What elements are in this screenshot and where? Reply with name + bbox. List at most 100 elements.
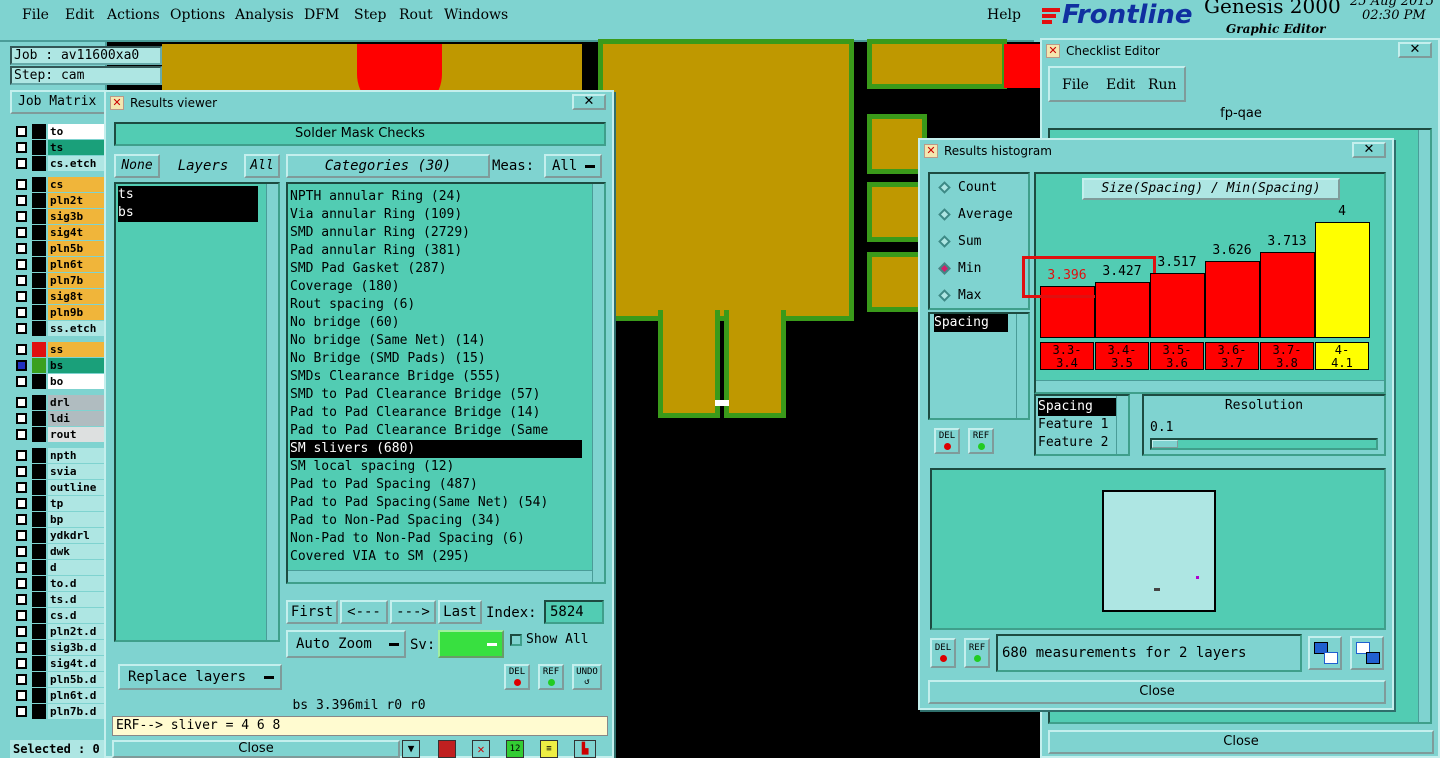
replace-layers-select[interactable]: Replace layers xyxy=(118,664,282,690)
layer-row[interactable]: pln6t.d xyxy=(14,688,106,703)
layer-checkbox[interactable] xyxy=(16,706,27,717)
layer-row[interactable]: sig4t.d xyxy=(14,656,106,671)
list-item[interactable]: bs xyxy=(118,204,258,222)
layer-checkbox[interactable] xyxy=(16,126,27,137)
vertical-scrollbar[interactable] xyxy=(1418,130,1430,722)
category-item[interactable]: NPTH annular Ring (24) xyxy=(290,188,462,206)
layer-checkbox[interactable] xyxy=(16,546,27,557)
radio-min[interactable]: Min xyxy=(936,259,1026,279)
histogram-bar[interactable] xyxy=(1150,273,1205,338)
category-item[interactable]: Pad to Pad Clearance Bridge (14) xyxy=(290,404,540,422)
horizontal-scrollbar[interactable] xyxy=(1036,380,1384,392)
category-item[interactable]: No bridge (Same Net) (14) xyxy=(290,332,486,350)
ref-button[interactable]: REF xyxy=(964,638,990,668)
radio-sum[interactable]: Sum xyxy=(936,232,1026,252)
layer-row[interactable]: d xyxy=(14,560,106,575)
layer-checkbox[interactable] xyxy=(16,658,27,669)
meas-select[interactable]: All xyxy=(544,154,602,178)
layer-checkbox[interactable] xyxy=(16,195,27,206)
first-button[interactable]: First xyxy=(286,600,338,624)
layer-checkbox[interactable] xyxy=(16,259,27,270)
list-item[interactable]: Spacing xyxy=(1038,398,1118,416)
menu-windows[interactable]: Windows xyxy=(444,7,508,23)
category-item[interactable]: No Bridge (SMD Pads) (15) xyxy=(290,350,486,368)
category-item[interactable]: SM slivers (680) xyxy=(290,440,582,458)
layer-checkbox[interactable] xyxy=(16,179,27,190)
categories-button[interactable]: Categories (30) xyxy=(286,154,490,178)
show-all-checkbox[interactable] xyxy=(510,634,522,646)
layer-checkbox[interactable] xyxy=(16,626,27,637)
category-item[interactable]: SMD Pad Gasket (287) xyxy=(290,260,447,278)
layer-checkbox[interactable] xyxy=(16,610,27,621)
layer-row[interactable]: rout xyxy=(14,427,106,442)
checklist-menu-edit[interactable]: Edit xyxy=(1106,77,1135,93)
category-item[interactable]: Pad to Pad Spacing(Same Net) (54) xyxy=(290,494,548,512)
layer-row[interactable]: bo xyxy=(14,374,106,389)
checklist-menu-file[interactable]: File xyxy=(1062,77,1089,93)
layer-row[interactable]: to xyxy=(14,124,106,139)
checklist-titlebar[interactable]: ✕ Checklist Editor ✕ xyxy=(1042,40,1438,62)
layer-checkbox[interactable] xyxy=(16,227,27,238)
close-window-button[interactable]: ✕ xyxy=(1352,142,1386,158)
list-item[interactable]: Feature 2 xyxy=(1038,434,1108,452)
menu-step[interactable]: Step xyxy=(354,7,386,23)
vertical-scrollbar[interactable] xyxy=(592,184,604,582)
count-icon[interactable]: 12 xyxy=(506,740,524,758)
last-button[interactable]: Last xyxy=(438,600,482,624)
checklist-menu-run[interactable]: Run xyxy=(1148,77,1177,93)
layer-checkbox[interactable] xyxy=(16,530,27,541)
layer-checkbox[interactable] xyxy=(16,142,27,153)
category-item[interactable]: Pad to Pad Clearance Bridge (Same xyxy=(290,422,548,440)
undo-button[interactable]: UNDO ↺ xyxy=(572,664,602,690)
layer-checkbox[interactable] xyxy=(16,275,27,286)
layer-checkbox[interactable] xyxy=(16,376,27,387)
layer-checkbox[interactable] xyxy=(16,578,27,589)
layer-row[interactable]: pln6t xyxy=(14,257,106,272)
layer-row[interactable]: ss xyxy=(14,342,106,357)
next-layer-icon[interactable] xyxy=(1350,636,1384,670)
layer-row[interactable]: pln9b xyxy=(14,305,106,320)
close-window-button[interactable]: ✕ xyxy=(572,94,606,110)
layer-checkbox[interactable] xyxy=(16,674,27,685)
report-icon[interactable]: ≡ xyxy=(540,740,558,758)
layer-row[interactable]: sig8t xyxy=(14,289,106,304)
layer-row[interactable]: bp xyxy=(14,512,106,527)
layer-row[interactable]: ts xyxy=(14,140,106,155)
layer-checkbox[interactable] xyxy=(16,514,27,525)
layer-row[interactable]: pln7b xyxy=(14,273,106,288)
category-item[interactable]: Pad to Pad Spacing (487) xyxy=(290,476,478,494)
layer-checkbox[interactable] xyxy=(16,498,27,509)
delete-icon[interactable]: ✕ xyxy=(472,740,490,758)
previous-layer-icon[interactable] xyxy=(1308,636,1342,670)
category-item[interactable]: SMD annular Ring (2729) xyxy=(290,224,470,242)
layer-row[interactable]: pln5b.d xyxy=(14,672,106,687)
layer-row[interactable]: cs xyxy=(14,177,106,192)
category-item[interactable]: Via annular Ring (109) xyxy=(290,206,462,224)
category-item[interactable]: SMD to Pad Clearance Bridge (57) xyxy=(290,386,540,404)
layer-checkbox[interactable] xyxy=(16,323,27,334)
checklist-close-button[interactable]: Close xyxy=(1048,730,1434,754)
list-item[interactable]: Feature 1 xyxy=(1038,416,1108,434)
category-item[interactable]: Rout spacing (6) xyxy=(290,296,415,314)
layer-row[interactable]: cs.d xyxy=(14,608,106,623)
layer-row[interactable]: ydkdrl xyxy=(14,528,106,543)
category-item[interactable]: Covered VIA to SM (295) xyxy=(290,548,470,566)
del-button[interactable]: DEL xyxy=(930,638,956,668)
all-button[interactable]: All xyxy=(244,154,280,178)
layer-row[interactable]: outline xyxy=(14,480,106,495)
arrow-down-icon[interactable]: ▼ xyxy=(402,740,420,758)
close-window-button[interactable]: ✕ xyxy=(1398,42,1432,58)
layer-row[interactable]: pln2t.d xyxy=(14,624,106,639)
histogram-bar[interactable] xyxy=(1205,261,1260,338)
close-button[interactable]: Close xyxy=(112,740,400,758)
layer-row[interactable]: pln5b xyxy=(14,241,106,256)
layer-checkbox[interactable] xyxy=(16,482,27,493)
histogram-bar[interactable] xyxy=(1260,252,1315,338)
del-button[interactable]: DEL xyxy=(934,428,960,454)
layer-checkbox[interactable] xyxy=(16,397,27,408)
layer-row[interactable]: ldi xyxy=(14,411,106,426)
menu-rout[interactable]: Rout xyxy=(399,7,433,23)
layer-row[interactable]: pln2t xyxy=(14,193,106,208)
layer-row[interactable]: ts.d xyxy=(14,592,106,607)
layer-row[interactable]: svia xyxy=(14,464,106,479)
